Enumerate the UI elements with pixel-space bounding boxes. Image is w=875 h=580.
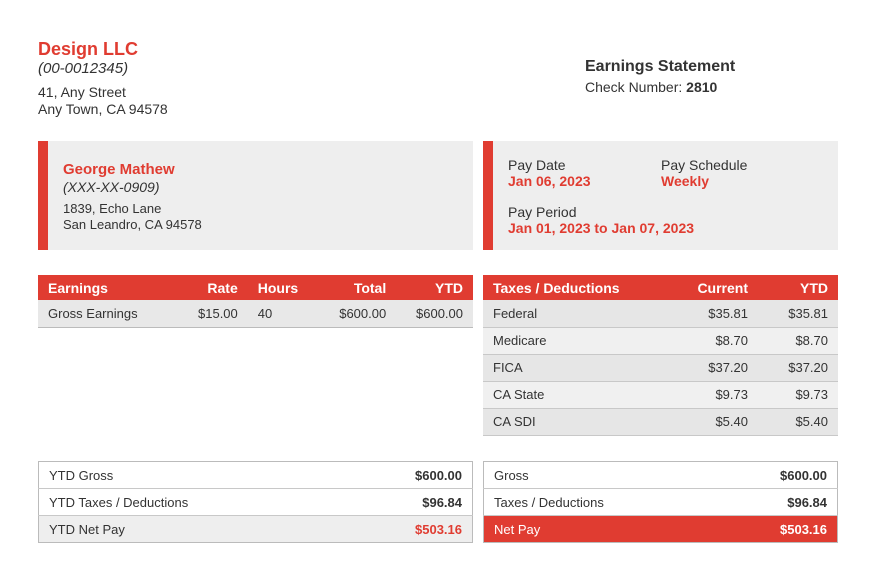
summary-value: $96.84 (343, 488, 473, 516)
summary-amount: $96.84 (422, 494, 462, 510)
table-row: CA State $9.73 $9.73 (483, 381, 838, 409)
ytd-col-header: YTD (396, 275, 473, 300)
pay-schedule-label: Pay Schedule (661, 157, 748, 173)
check-number-label: Check Number: (585, 79, 687, 95)
table-row: Federal $35.81 $35.81 (483, 300, 838, 328)
current-summary-table: Gross $600.00 Taxes / Deductions $96.84 … (483, 461, 838, 543)
pay-period-block: Pay Period Jan 01, 2023 to Jan 07, 2023 (508, 204, 694, 236)
hours-col-header: Hours (247, 275, 309, 300)
summary-label: Taxes / Deductions (483, 488, 717, 516)
earnings-col-header: Earnings (38, 275, 188, 300)
table-row: Medicare $8.70 $8.70 (483, 327, 838, 355)
tax-current: $5.40 (668, 408, 758, 436)
table-row: Net Pay $503.16 (483, 515, 838, 543)
table-row: YTD Net Pay $503.16 (38, 515, 473, 543)
tax-current: $8.70 (668, 327, 758, 355)
pay-period-value: Jan 01, 2023 to Jan 07, 2023 (508, 220, 695, 236)
table-row: Gross $600.00 (483, 461, 838, 489)
earnings-type: Gross Earnings (38, 300, 188, 328)
tax-name: Medicare (483, 327, 668, 355)
pay-schedule-value: Weekly (661, 173, 709, 189)
tax-ytd: $35.81 (758, 300, 838, 328)
tax-name: CA State (483, 381, 668, 409)
check-number-line: Check Number: 2810 (585, 77, 735, 97)
table-row: YTD Gross $600.00 (38, 461, 473, 489)
earnings-header-row: Earnings Rate Hours Total YTD (38, 275, 473, 300)
summary-label: Gross (483, 461, 717, 489)
earnings-total: $600.00 (308, 300, 397, 328)
tax-current: $37.20 (668, 354, 758, 382)
employee-name: George Mathew (63, 161, 175, 178)
summary-value: $600.00 (716, 461, 838, 489)
company-address: 41, Any Street Any Town, CA 94578 (38, 84, 168, 118)
pay-period-label: Pay Period (508, 204, 577, 220)
taxes-ytd-col-header: YTD (758, 275, 838, 300)
tax-ytd: $5.40 (758, 408, 838, 436)
employee-ssn: (XXX-XX-0909) (63, 179, 160, 195)
table-row: FICA $37.20 $37.20 (483, 354, 838, 382)
earnings-table: Earnings Rate Hours Total YTD Gross Earn… (38, 275, 473, 328)
employee-card: George Mathew (XXX-XX-0909) 1839, Echo L… (38, 141, 473, 250)
table-row: Taxes / Deductions $96.84 (483, 488, 838, 516)
summary-value: $503.16 (716, 515, 838, 543)
earnings-rate: $15.00 (188, 300, 248, 328)
employee-address: 1839, Echo Lane San Leandro, CA 94578 (63, 201, 473, 233)
summary-label: YTD Taxes / Deductions (38, 488, 344, 516)
rate-col-header: Rate (188, 275, 248, 300)
earnings-ytd: $600.00 (396, 300, 473, 328)
tax-name: CA SDI (483, 408, 668, 436)
earnings-hours: 40 (247, 300, 309, 328)
table-row: YTD Taxes / Deductions $96.84 (38, 488, 473, 516)
tax-current: $35.81 (668, 300, 758, 328)
company-address-line2: Any Town, CA 94578 (38, 101, 168, 117)
company-block: Design LLC (00-0012345) 41, Any Street A… (38, 38, 168, 118)
summary-value: $96.84 (716, 488, 838, 516)
company-name: Design LLC (38, 39, 139, 59)
tax-name: FICA (483, 354, 668, 382)
ytd-summary-table: YTD Gross $600.00 YTD Taxes / Deductions… (38, 461, 473, 543)
taxes-header-row: Taxes / Deductions Current YTD (483, 275, 838, 300)
company-address-line1: 41, Any Street (38, 84, 126, 100)
tax-current: $9.73 (668, 381, 758, 409)
statement-header: Earnings Statement Check Number: 2810 (585, 57, 735, 97)
summary-label: YTD Net Pay (38, 515, 344, 543)
summary-amount: $96.84 (787, 494, 827, 510)
pay-info-card: Pay Date Jan 06, 2023 Pay Schedule Weekl… (483, 141, 838, 250)
summary-amount: $600.00 (415, 467, 462, 483)
employee-address-line2: San Leandro, CA 94578 (63, 217, 202, 232)
tax-ytd: $9.73 (758, 381, 838, 409)
table-row: CA SDI $5.40 $5.40 (483, 408, 838, 436)
tax-name: Federal (483, 300, 668, 328)
total-col-header: Total (308, 275, 397, 300)
tax-ytd: $8.70 (758, 327, 838, 355)
current-col-header: Current (668, 275, 758, 300)
pay-date-block: Pay Date Jan 06, 2023 (508, 157, 591, 189)
check-number: 2810 (686, 79, 718, 95)
pay-schedule-block: Pay Schedule Weekly (661, 157, 747, 189)
employee-address-line1: 1839, Echo Lane (63, 201, 162, 216)
summary-value: $503.16 (343, 515, 473, 543)
summary-amount: $600.00 (780, 467, 827, 483)
pay-date-value: Jan 06, 2023 (508, 173, 591, 189)
summary-value: $600.00 (343, 461, 473, 489)
statement-title: Earnings Statement (585, 58, 736, 75)
taxes-col-header: Taxes / Deductions (483, 275, 668, 300)
summary-label: YTD Gross (38, 461, 344, 489)
summary-label: Net Pay (483, 515, 717, 543)
table-row: Gross Earnings $15.00 40 $600.00 $600.00 (38, 300, 473, 328)
pay-date-label: Pay Date (508, 157, 566, 173)
taxes-table: Taxes / Deductions Current YTD Federal $… (483, 275, 838, 436)
tax-ytd: $37.20 (758, 354, 838, 382)
company-id: (00-0012345) (38, 60, 129, 77)
